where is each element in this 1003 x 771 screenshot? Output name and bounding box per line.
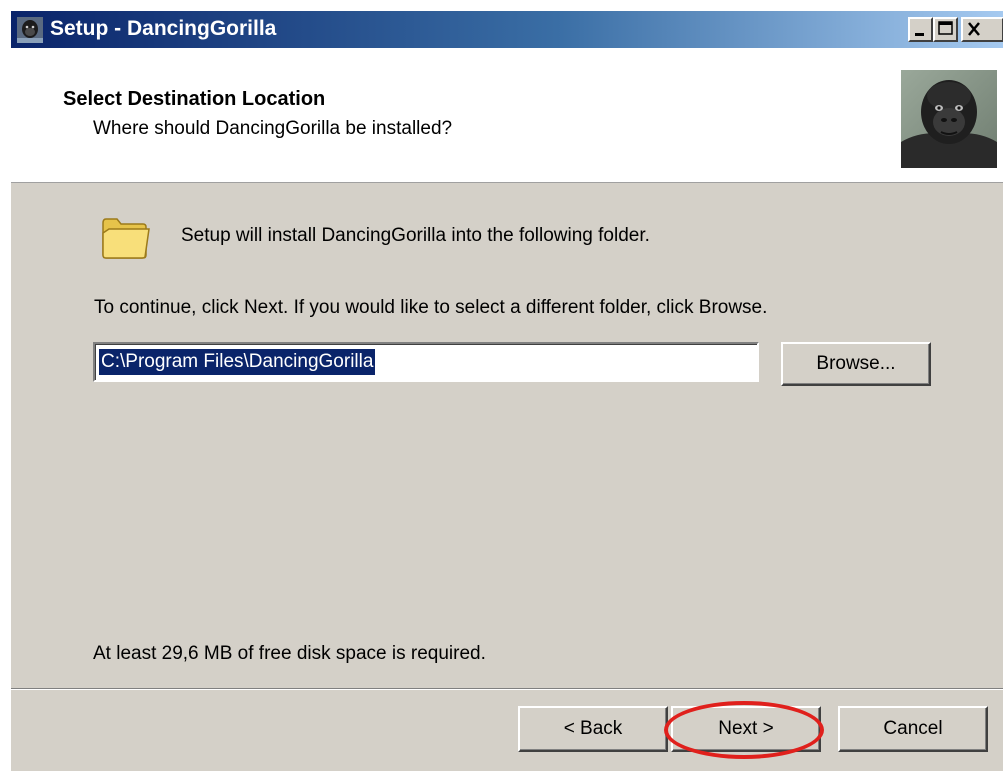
maximize-button[interactable]: [933, 17, 958, 42]
page-title: Select Destination Location: [63, 88, 326, 110]
browse-button[interactable]: Browse...: [781, 342, 931, 386]
maximize-icon: [938, 21, 953, 35]
page-subtitle: Where should DancingGorilla be installed…: [93, 118, 453, 139]
intro-text: Setup will install DancingGorilla into t…: [181, 225, 650, 246]
gorilla-app-icon: [17, 17, 43, 43]
page-header: Select Destination Location Where should…: [11, 48, 1003, 183]
destination-path-input[interactable]: C:\Program Files\DancingGorilla: [93, 342, 759, 382]
close-icon: [968, 22, 980, 36]
minimize-icon: [915, 33, 924, 36]
minimize-button[interactable]: [908, 17, 933, 42]
setup-window: Setup - DancingGorilla Select Destinatio…: [10, 10, 1003, 771]
cancel-button[interactable]: Cancel: [838, 706, 988, 752]
back-button[interactable]: < Back: [518, 706, 668, 752]
title-bar[interactable]: Setup - DancingGorilla: [11, 11, 1003, 48]
footer-divider: [11, 688, 1003, 690]
destination-path-value: C:\Program Files\DancingGorilla: [99, 349, 376, 375]
gorilla-photo: [901, 70, 997, 168]
folder-icon: [102, 218, 150, 259]
disk-space-text: At least 29,6 MB of free disk space is r…: [93, 643, 486, 664]
window-title: Setup - DancingGorilla: [50, 17, 277, 40]
instructions-text: To continue, click Next. If you would li…: [94, 297, 768, 318]
close-button[interactable]: [961, 17, 1003, 42]
next-button[interactable]: Next >: [671, 706, 821, 752]
page-body: Setup will install DancingGorilla into t…: [11, 183, 1003, 688]
